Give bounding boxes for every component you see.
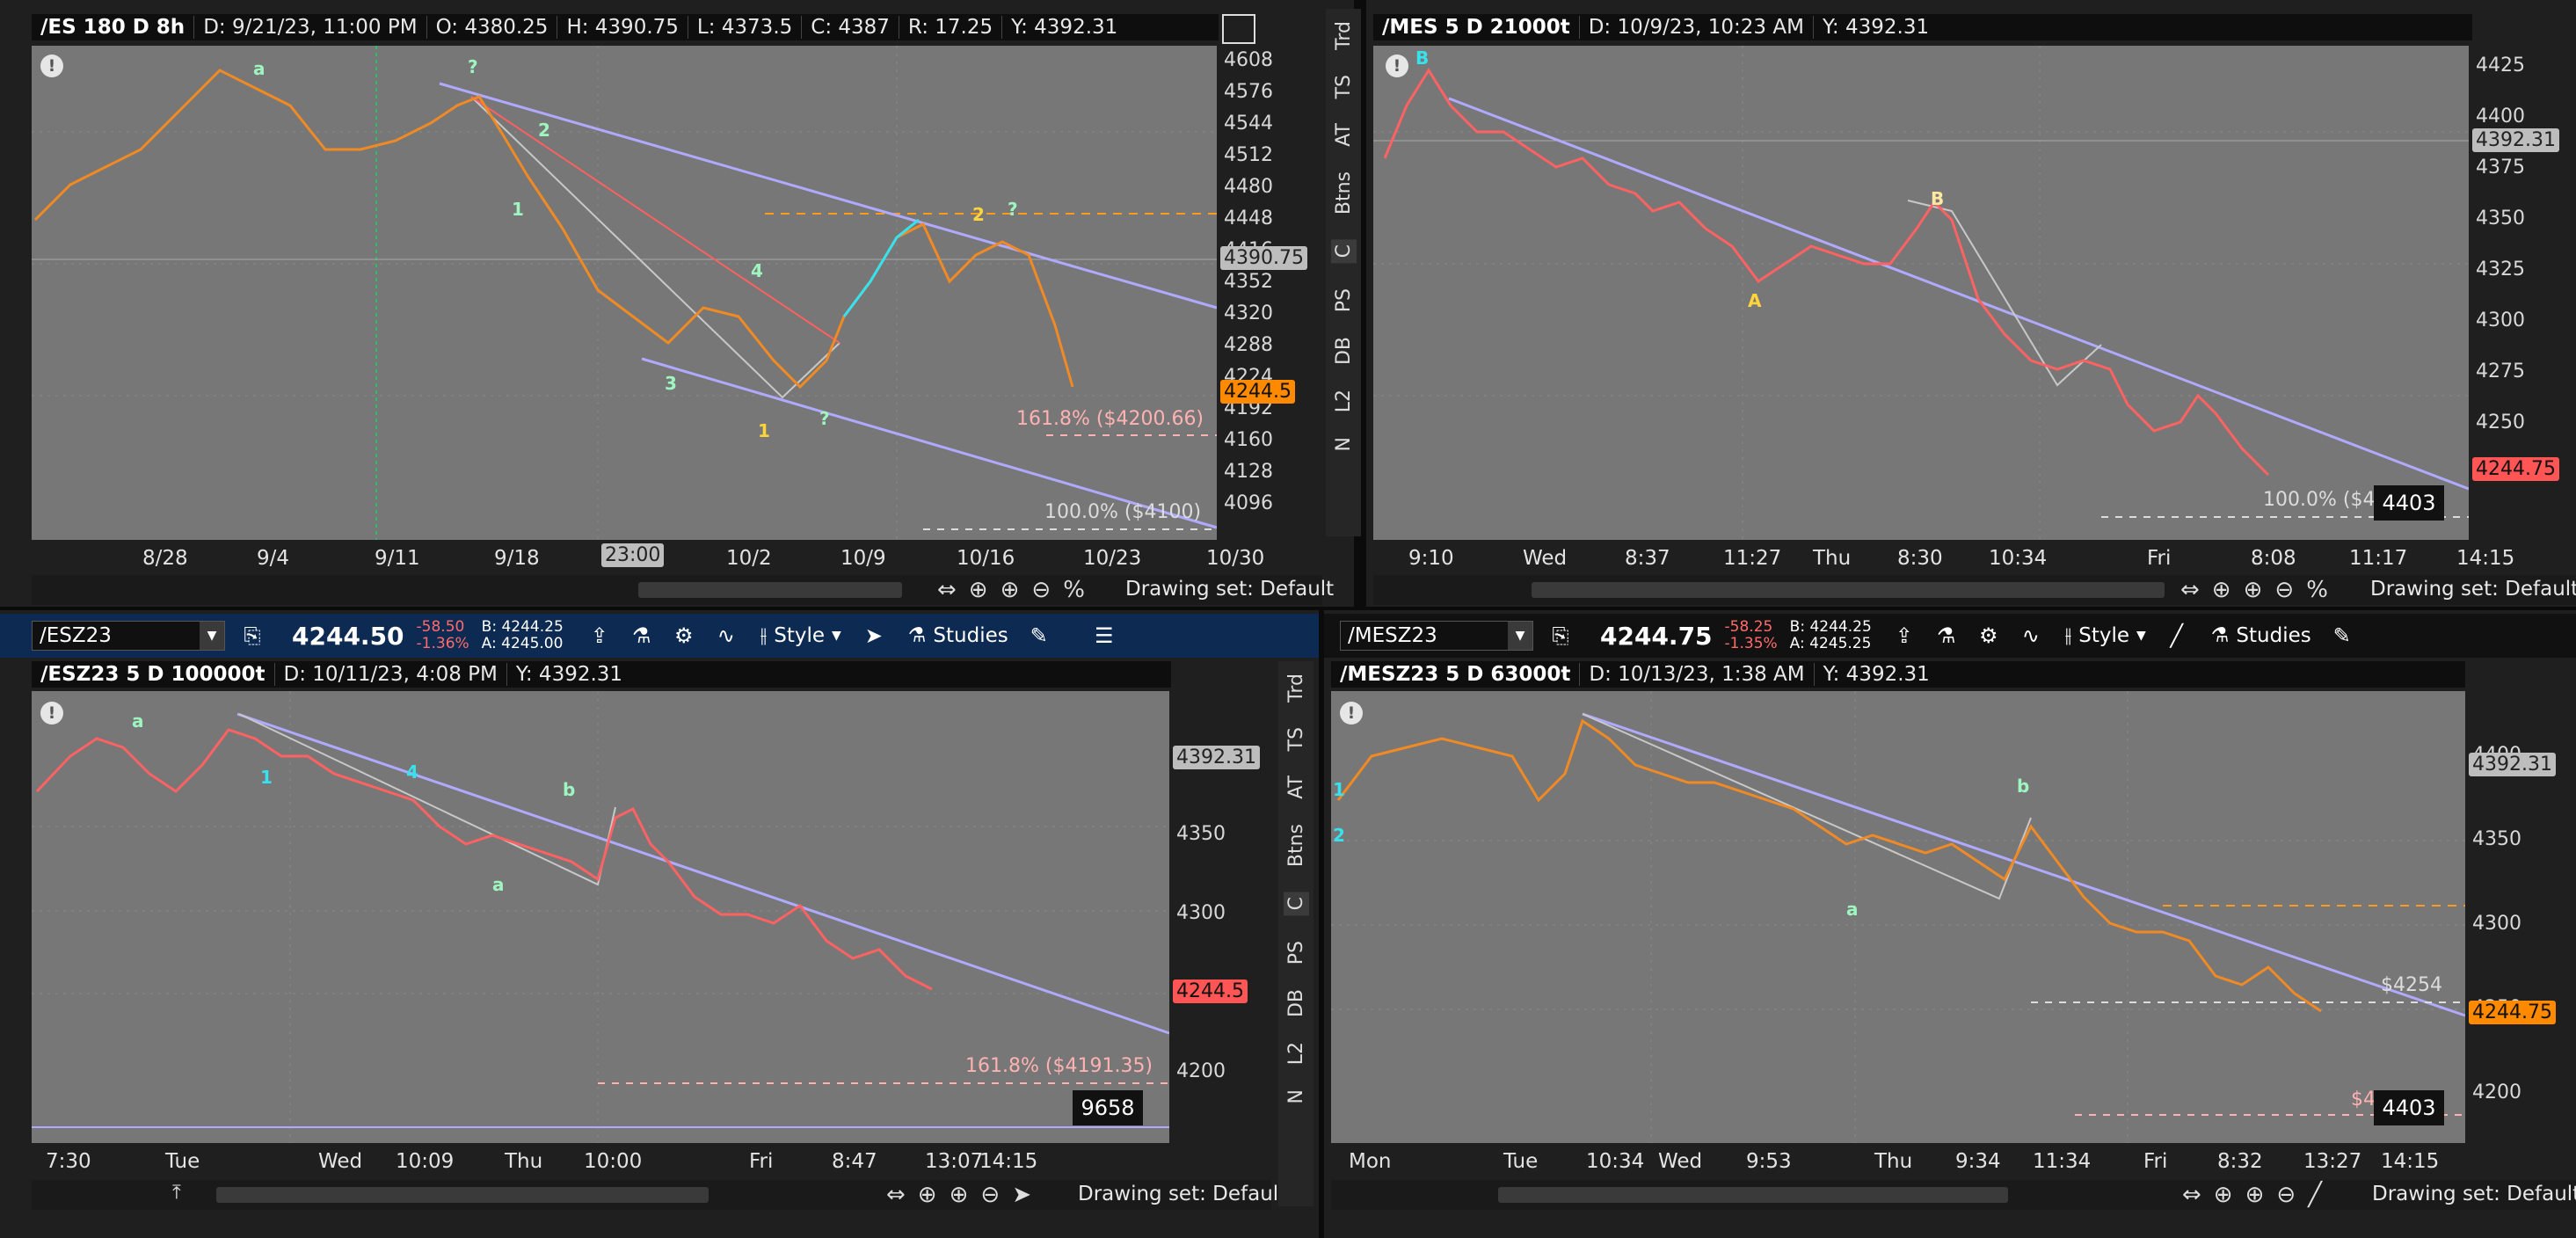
x-tick-label: 9:53 bbox=[1746, 1150, 1792, 1173]
y-tick-label: 4350 bbox=[2472, 828, 2521, 850]
crosshair-icon[interactable]: ⊕ bbox=[2214, 1182, 2233, 1208]
x-tick-label: Wed bbox=[1658, 1150, 1703, 1173]
wave-label-1: 1 bbox=[1333, 779, 1345, 800]
wave-label-a: a bbox=[1846, 899, 1859, 920]
price-axis: 44004350430042504200 4392.31 4244.75 bbox=[2465, 691, 2576, 1143]
x-tick-label: 8:32 bbox=[2217, 1150, 2263, 1173]
x-tick-label: 11:34 bbox=[2033, 1150, 2092, 1173]
scroll-thumb[interactable] bbox=[1498, 1187, 2008, 1203]
chart-tools: ⇔ ⊕ ⊕ ⊖ ╱ bbox=[2182, 1182, 2322, 1208]
x-tick-label: 14:15 bbox=[2381, 1150, 2440, 1173]
y-tick-label: 4300 bbox=[2472, 913, 2521, 935]
x-tick-label: 9:34 bbox=[1955, 1150, 2001, 1173]
x-tick-label: Mon bbox=[1349, 1150, 1392, 1173]
zoom-out-icon[interactable]: ⊖ bbox=[2276, 1182, 2296, 1208]
price-bars bbox=[1336, 718, 2322, 1013]
crosshair-price-tag: 4392.31 bbox=[2469, 753, 2556, 776]
y-tick-label: 4200 bbox=[2472, 1081, 2521, 1103]
zigzag-line bbox=[1582, 713, 2032, 900]
time-axis: Mon Tue 10:34 Wed 9:53 Thu 9:34 11:34 Fri 8:32 13:… bbox=[1331, 1143, 2465, 1178]
x-tick-label: Tue bbox=[1503, 1150, 1539, 1173]
x-tick-label: 13:27 bbox=[2303, 1150, 2362, 1173]
count-badge: 4403 bbox=[2374, 1090, 2444, 1125]
x-tick-label: 10:34 bbox=[1586, 1150, 1645, 1173]
pan-icon[interactable]: ⇔ bbox=[2182, 1182, 2201, 1208]
x-tick-label: Thu bbox=[1874, 1150, 1913, 1173]
wave-label-2: 2 bbox=[1333, 825, 1345, 846]
x-tick-label: Fri bbox=[2143, 1150, 2168, 1173]
zoom-in-icon[interactable]: ⊕ bbox=[2245, 1182, 2265, 1208]
chart-scrollbar[interactable]: ⇔ ⊕ ⊕ ⊖ ╱ Drawing set: Default bbox=[1331, 1180, 2576, 1210]
fib-label: $4 bbox=[2351, 1089, 2376, 1111]
trend-line bbox=[1582, 712, 2466, 1017]
last-price-tag: 4244.75 bbox=[2469, 1001, 2556, 1024]
drawing-layer bbox=[1331, 691, 2466, 1143]
line-tool-icon[interactable]: ╱ bbox=[2308, 1182, 2322, 1208]
wave-label-b: b bbox=[2017, 776, 2030, 797]
drawing-set-label[interactable]: Drawing set: Default bbox=[2372, 1183, 2576, 1205]
level-4254-label: $4254 bbox=[2381, 974, 2442, 996]
